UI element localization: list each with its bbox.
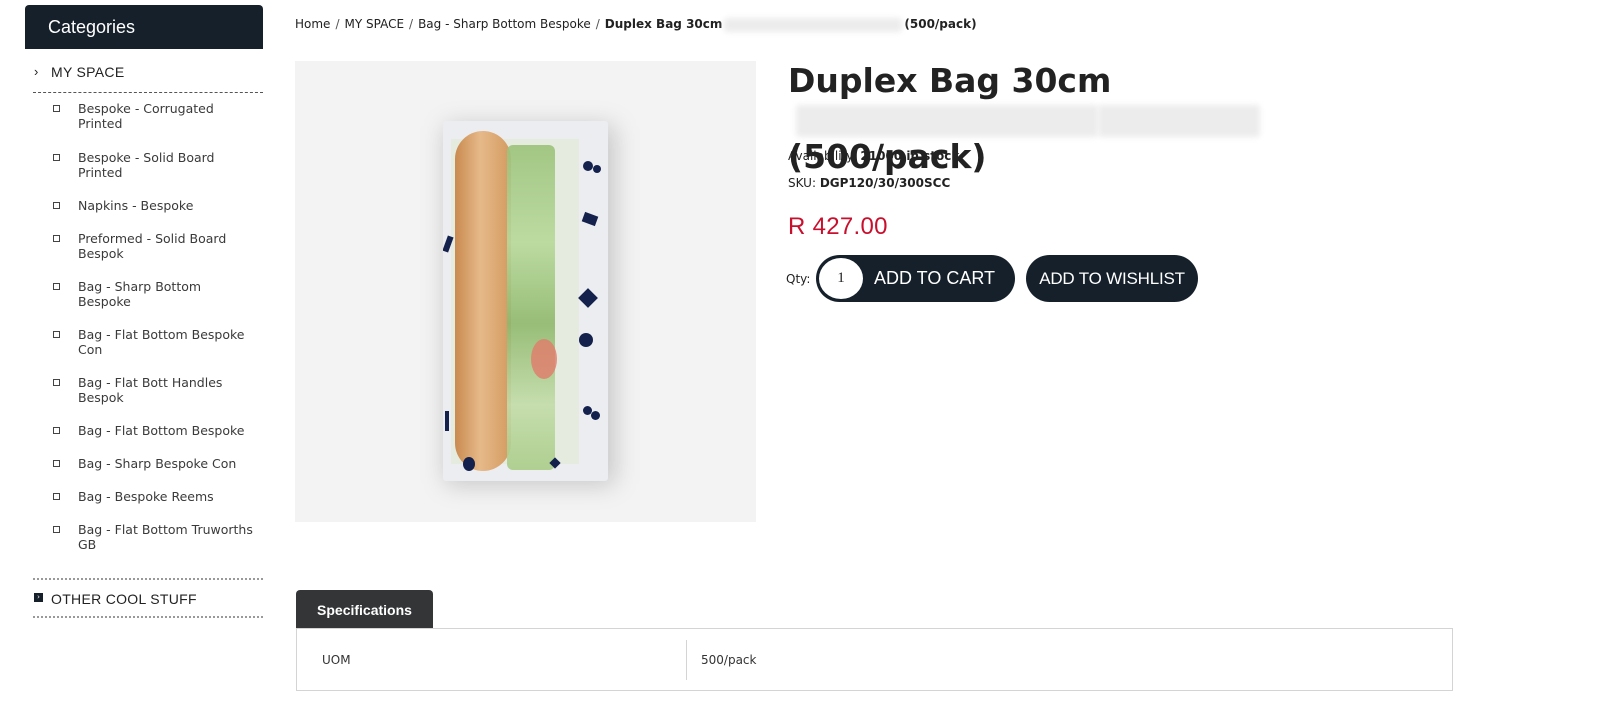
breadcrumb-home-link[interactable]: Home	[295, 17, 330, 31]
category-sidebar: Categories › MY SPACE Bespoke - Corrugat…	[25, 5, 263, 618]
subcategory-label: Bespoke - Solid Board Printed	[78, 150, 215, 180]
subcategory-label: Bag - Flat Bott Handles Bespok	[78, 375, 223, 405]
sidebar-item-my-space[interactable]: › MY SPACE	[33, 64, 263, 93]
bread-illustration	[455, 131, 511, 471]
checkbox-icon	[53, 105, 60, 112]
breadcrumb-separator: /	[335, 17, 340, 31]
redacted-text	[724, 17, 903, 32]
subcategory-label: Bag - Sharp Bottom Bespoke	[78, 279, 202, 309]
subcategory-item[interactable]: Bag - Flat Bottom Truworths GB	[33, 522, 263, 552]
spec-key: UOM	[322, 652, 351, 667]
subcategory-label: Bag - Flat Bottom Bespoke	[78, 423, 245, 438]
product-image[interactable]	[295, 61, 756, 522]
breadcrumb-category-link[interactable]: Bag - Sharp Bottom Bespoke	[418, 17, 591, 31]
subcategory-label: Bag - Flat Bottom Truworths GB	[78, 522, 253, 552]
pattern-dot	[463, 457, 475, 471]
subcategory-item[interactable]: Bag - Flat Bottom Bespoke	[33, 423, 263, 438]
breadcrumb-my-space-link[interactable]: MY SPACE	[344, 17, 404, 31]
sidebar-item-label: OTHER COOL STUFF	[51, 591, 197, 607]
pattern-dot	[579, 333, 593, 347]
checkbox-icon	[53, 331, 60, 338]
pattern-dot	[593, 165, 601, 173]
product-price: R 427.00	[788, 213, 888, 240]
add-to-cart-label: ADD TO CART	[874, 268, 996, 288]
tomato-illustration	[531, 339, 557, 379]
subcategory-item[interactable]: Bag - Sharp Bespoke Con	[33, 456, 263, 471]
tab-specifications[interactable]: Specifications	[296, 590, 433, 628]
pattern-dot	[583, 161, 593, 171]
sku-label: SKU:	[788, 176, 816, 190]
checkbox-icon	[53, 379, 60, 386]
sku: SKU: DGP120/30/300SCC	[788, 176, 950, 190]
add-to-cart-button[interactable]: 1 ADD TO CART	[816, 255, 1015, 302]
subcategory-list: Bespoke - Corrugated Printed Bespoke - S…	[33, 93, 263, 552]
breadcrumb-current-prefix: Duplex Bag 30cm	[604, 17, 723, 31]
redacted-text	[1098, 104, 1260, 137]
checkbox-icon	[53, 493, 60, 500]
pattern-shape	[445, 411, 449, 431]
breadcrumb: Home / MY SPACE / Bag - Sharp Bottom Bespoke…	[295, 17, 977, 32]
breadcrumb-separator: /	[409, 17, 414, 31]
sku-value: DGP120/30/300SCC	[819, 176, 951, 190]
breadcrumb-current-suffix: (500/pack)	[904, 17, 977, 31]
bag-window	[451, 131, 579, 471]
subcategory-label: Bespoke - Corrugated Printed	[78, 101, 214, 131]
expand-square-icon: ›	[34, 593, 43, 602]
subcategory-label: Napkins - Bespoke	[78, 198, 194, 213]
subcategory-label: Bag - Flat Bottom Bespoke Con	[78, 327, 245, 357]
checkbox-icon	[53, 283, 60, 290]
specifications-table: UOM 500/pack	[296, 628, 1453, 691]
checkbox-icon	[53, 202, 60, 209]
subcategory-item[interactable]: Bag - Sharp Bottom Bespoke	[33, 279, 263, 309]
quantity-input[interactable]: 1	[818, 257, 864, 300]
spec-value: 500/pack	[701, 652, 757, 667]
breadcrumb-separator: /	[595, 17, 600, 31]
pattern-shape	[581, 211, 599, 227]
subcategory-label: Bag - Bespoke Reems	[78, 489, 214, 504]
subcategory-item[interactable]: Bag - Bespoke Reems	[33, 489, 263, 504]
sandwich-bag-illustration	[443, 121, 608, 481]
qty-label: Qty:	[786, 272, 811, 286]
availability-label: Availability:	[788, 149, 857, 163]
subcategory-item[interactable]: Bag - Flat Bottom Bespoke Con	[33, 327, 263, 357]
pattern-dot	[591, 411, 600, 420]
subcategory-item[interactable]: Bespoke - Corrugated Printed	[33, 101, 263, 131]
checkbox-icon	[53, 235, 60, 242]
product-title-prefix: Duplex Bag 30cm	[788, 61, 1112, 100]
checkbox-icon	[53, 427, 60, 434]
redacted-text	[796, 104, 1098, 137]
subcategory-item[interactable]: Preformed - Solid Board Bespok	[33, 231, 263, 261]
subcategory-label: Bag - Sharp Bespoke Con	[78, 456, 237, 471]
chevron-right-icon: ›	[34, 64, 39, 79]
pattern-shape	[578, 288, 598, 308]
sidebar-item-other-cool-stuff[interactable]: › OTHER COOL STUFF	[33, 578, 263, 618]
checkbox-icon	[53, 460, 60, 467]
availability: Availability: 21000 in stock	[788, 149, 959, 163]
subcategory-item[interactable]: Napkins - Bespoke	[33, 198, 263, 213]
checkbox-icon	[53, 154, 60, 161]
subcategory-item[interactable]: Bag - Flat Bott Handles Bespok	[33, 375, 263, 405]
subcategory-item[interactable]: Bespoke - Solid Board Printed	[33, 150, 263, 180]
add-to-wishlist-button[interactable]: ADD TO WISHLIST	[1026, 255, 1198, 302]
sidebar-item-label: MY SPACE	[51, 64, 125, 80]
availability-value: 21000 in stock	[860, 149, 960, 163]
lettuce-illustration	[507, 145, 555, 470]
subcategory-label: Preformed - Solid Board Bespok	[78, 231, 227, 261]
checkbox-icon	[53, 526, 60, 533]
categories-header: Categories	[25, 5, 263, 49]
